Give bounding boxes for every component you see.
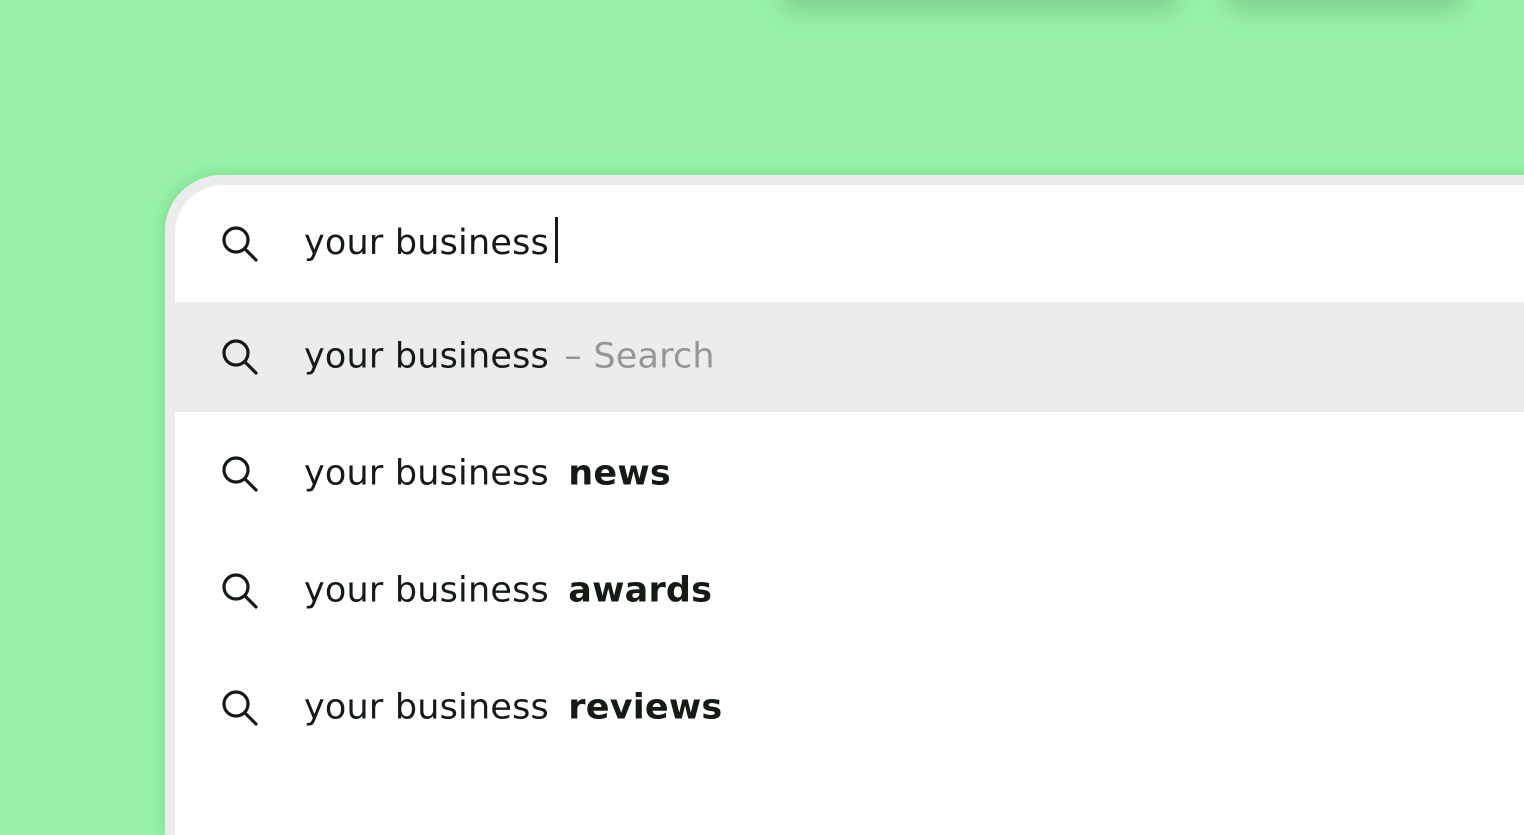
suggestion-item[interactable]: your business news bbox=[175, 419, 1524, 529]
suggestion-text: your business news bbox=[304, 453, 671, 494]
text-caret bbox=[554, 216, 558, 263]
search-icon bbox=[219, 223, 261, 265]
suggestion-completion: reviews bbox=[568, 687, 723, 728]
suggestion-text: your business – Search bbox=[304, 336, 715, 377]
search-input[interactable]: your business bbox=[175, 185, 1524, 302]
search-icon bbox=[219, 687, 261, 729]
suggestion-completion: news bbox=[568, 453, 671, 494]
suggestion-item[interactable]: your business reviews bbox=[175, 653, 1524, 763]
suggestion-base: your business bbox=[304, 336, 549, 377]
background-blur-shape bbox=[1225, 0, 1465, 12]
suggestion-text: your business reviews bbox=[304, 687, 723, 728]
suggestion-item[interactable]: your business awards bbox=[175, 536, 1524, 646]
suggestion-item[interactable]: your business – Search bbox=[175, 302, 1524, 412]
search-query: your business bbox=[304, 222, 549, 263]
search-icon bbox=[219, 570, 261, 612]
suggestion-completion: awards bbox=[568, 570, 713, 611]
search-query-text: your business bbox=[304, 216, 558, 267]
search-icon bbox=[219, 336, 261, 378]
suggestion-base: your business bbox=[304, 687, 549, 728]
search-dropdown: your business your business – Search you… bbox=[175, 185, 1524, 835]
background-blur-shape bbox=[780, 0, 1180, 12]
suggestion-suffix: – Search bbox=[564, 336, 715, 377]
suggestion-base: your business bbox=[304, 570, 549, 611]
suggestion-base: your business bbox=[304, 453, 549, 494]
search-panel: your business your business – Search you… bbox=[165, 175, 1524, 835]
suggestion-text: your business awards bbox=[304, 570, 713, 611]
search-icon bbox=[219, 453, 261, 495]
